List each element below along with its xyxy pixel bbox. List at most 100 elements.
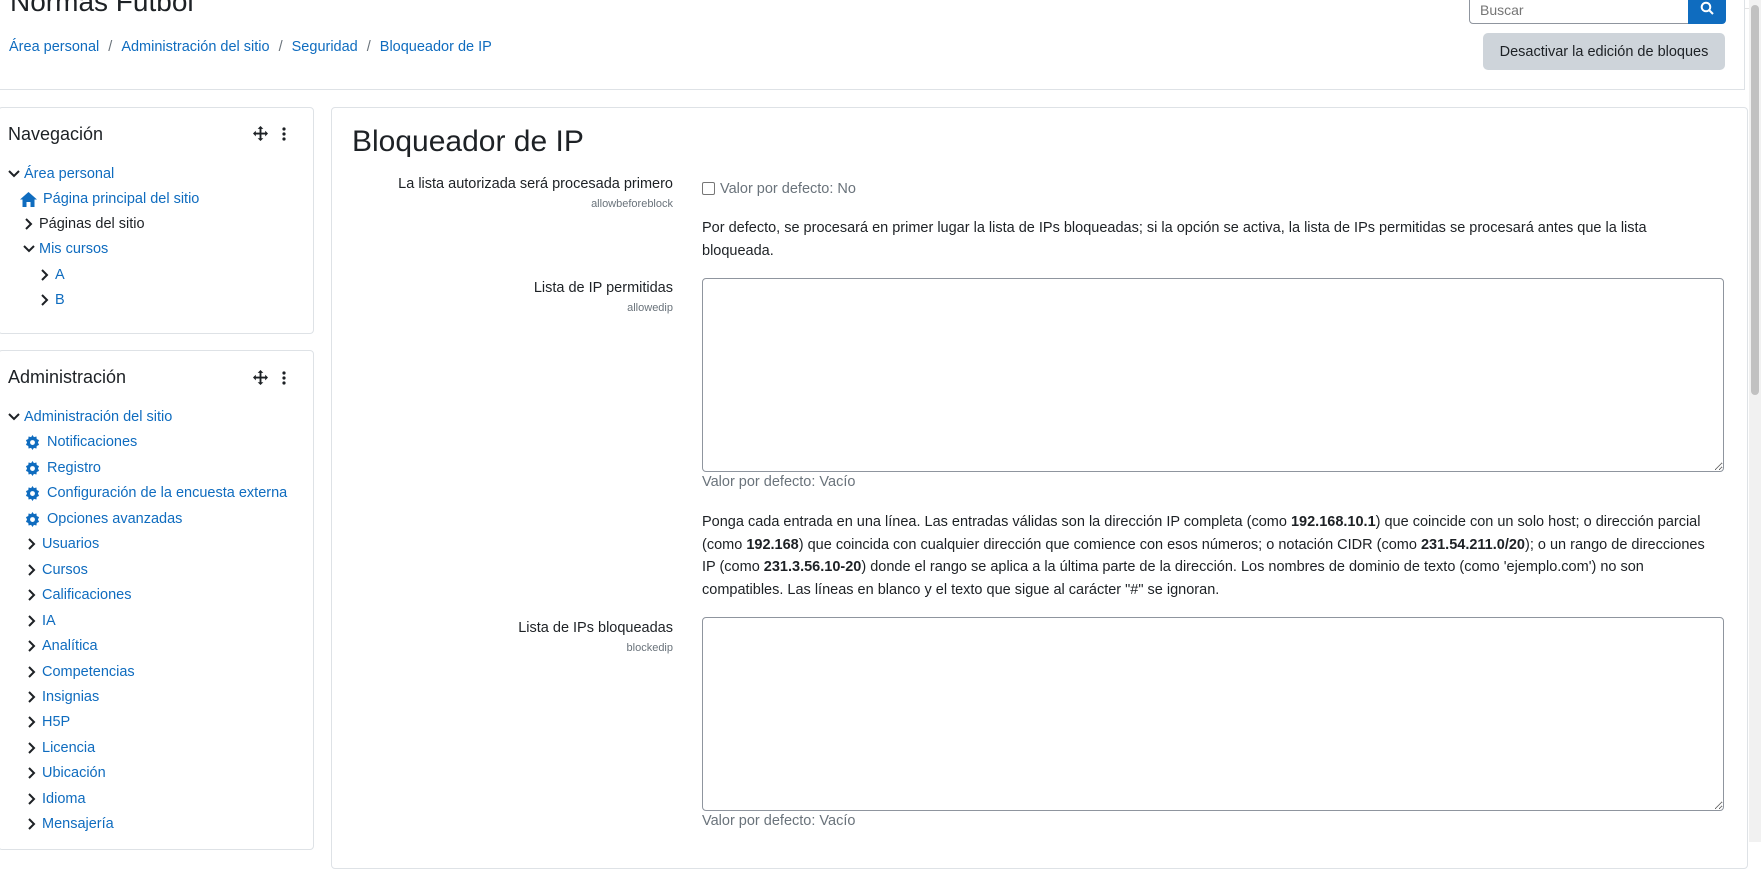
- kebab-menu-icon[interactable]: [282, 126, 286, 145]
- scrollbar-thumb[interactable]: [1751, 5, 1759, 395]
- gear-icon: [23, 485, 41, 501]
- setting-label-allowedip: Lista de IP permitidas: [533, 280, 673, 296]
- admin-item-label[interactable]: H5P: [42, 714, 70, 730]
- allowbeforeblock-description: Por defecto, se procesará en primer luga…: [702, 220, 1647, 259]
- move-icon[interactable]: [253, 126, 268, 145]
- move-icon[interactable]: [253, 370, 268, 389]
- chevron-down-icon: [7, 167, 21, 181]
- toggle-block-editing-button[interactable]: Desactivar la edición de bloques: [1483, 33, 1725, 70]
- breadcrumb-separator: /: [108, 39, 113, 55]
- admin-item-calificaciones[interactable]: Calificaciones: [25, 587, 131, 603]
- desc-example: 192.168.10.1: [1290, 514, 1376, 530]
- search-input[interactable]: [1469, 0, 1689, 24]
- chevron-right-icon: [25, 817, 39, 831]
- nav-item-mis-cursos[interactable]: Mis cursos: [22, 241, 108, 257]
- breadcrumb-separator: /: [278, 39, 283, 55]
- admin-item-ia[interactable]: IA: [25, 613, 56, 629]
- admin-item-label[interactable]: IA: [42, 613, 56, 629]
- admin-item-label[interactable]: Competencias: [42, 664, 135, 680]
- setting-key-allowedip: allowedip: [627, 302, 673, 314]
- search-button[interactable]: [1688, 0, 1726, 24]
- chevron-right-icon: [25, 766, 39, 780]
- admin-item-licencia[interactable]: Licencia: [25, 740, 95, 756]
- admin-item-notificaciones[interactable]: Notificaciones: [23, 434, 137, 450]
- nav-item-label[interactable]: Página principal del sitio: [43, 191, 199, 207]
- blockedip-default: Valor por defecto: Vacío: [702, 813, 856, 829]
- chevron-right-icon: [25, 537, 39, 551]
- page-title: Bloqueador de IP: [352, 125, 584, 158]
- chevron-right-icon: [25, 715, 39, 729]
- navigation-block-controls: [253, 126, 286, 145]
- admin-item-label[interactable]: Notificaciones: [47, 434, 137, 450]
- admin-item-ubicacion[interactable]: Ubicación: [25, 765, 106, 781]
- admin-item-label[interactable]: Opciones avanzadas: [47, 511, 182, 527]
- allowbeforeblock-checkbox[interactable]: [702, 182, 715, 195]
- setting-label-blockedip: Lista de IPs bloqueadas: [518, 620, 673, 636]
- breadcrumb-area-personal[interactable]: Área personal: [9, 39, 99, 55]
- kebab-menu-icon[interactable]: [282, 370, 286, 389]
- nav-item-area-personal[interactable]: Área personal: [7, 166, 114, 182]
- nav-item-label: Páginas del sitio: [39, 216, 145, 232]
- admin-item-registro[interactable]: Registro: [23, 460, 101, 476]
- admin-item-label[interactable]: Calificaciones: [42, 587, 131, 603]
- admin-item-competencias[interactable]: Competencias: [25, 664, 135, 680]
- admin-item-label[interactable]: Cursos: [42, 562, 88, 578]
- admin-item-label[interactable]: Insignias: [42, 689, 99, 705]
- admin-item-label[interactable]: Ubicación: [42, 765, 106, 781]
- breadcrumb-separator: /: [366, 39, 371, 55]
- chevron-right-icon: [38, 293, 52, 307]
- setting-key-allowbeforeblock: allowbeforeblock: [591, 198, 673, 210]
- chevron-right-icon: [25, 741, 39, 755]
- search-icon: [1700, 1, 1714, 19]
- nav-item-label[interactable]: Área personal: [24, 166, 114, 182]
- allowedip-textarea[interactable]: [702, 278, 1724, 472]
- nav-item-pagina-principal[interactable]: Página principal del sitio: [19, 191, 199, 207]
- nav-item-label[interactable]: A: [55, 267, 65, 283]
- admin-item-insignias[interactable]: Insignias: [25, 689, 99, 705]
- nav-item-label[interactable]: B: [55, 292, 65, 308]
- setting-key-blockedip: blockedip: [626, 642, 673, 654]
- breadcrumb: Área personal / Administración del sitio…: [9, 39, 492, 55]
- desc-text: ) que coincida con cualquier dirección q…: [798, 536, 1421, 553]
- blockedip-textarea[interactable]: [702, 617, 1724, 811]
- chevron-right-icon: [25, 588, 39, 602]
- allowedip-description: Ponga cada entrada en una línea. Las ent…: [702, 511, 1712, 601]
- breadcrumb-current[interactable]: Bloqueador de IP: [380, 39, 492, 55]
- administration-block-title: Administración: [8, 367, 127, 387]
- admin-item-h5p[interactable]: H5P: [25, 714, 70, 730]
- nav-item-curso-b[interactable]: B: [38, 292, 65, 308]
- nav-item-curso-a[interactable]: A: [38, 267, 65, 283]
- admin-item-opciones-avanzadas[interactable]: Opciones avanzadas: [23, 511, 182, 527]
- breadcrumb-administracion[interactable]: Administración del sitio: [121, 39, 269, 55]
- admin-item-label[interactable]: Idioma: [42, 791, 86, 807]
- admin-item-label[interactable]: Licencia: [42, 740, 95, 756]
- desc-example: 192.168: [746, 536, 799, 553]
- admin-item-usuarios[interactable]: Usuarios: [25, 536, 99, 552]
- admin-item-label[interactable]: Usuarios: [42, 536, 99, 552]
- chevron-right-icon: [22, 217, 36, 231]
- admin-item-label[interactable]: Configuración de la encuesta externa: [47, 485, 287, 501]
- nav-item-label[interactable]: Mis cursos: [39, 241, 108, 257]
- desc-example: 231.54.211.0/20: [1420, 536, 1525, 553]
- allowedip-default: Valor por defecto: Vacío: [702, 474, 856, 490]
- admin-item-analitica[interactable]: Analítica: [25, 638, 98, 654]
- admin-item-label[interactable]: Analítica: [42, 638, 98, 654]
- desc-text: Ponga cada entrada en una línea. Las ent…: [702, 514, 1291, 530]
- admin-item-encuesta-externa[interactable]: Configuración de la encuesta externa: [23, 485, 287, 501]
- admin-item-mensajeria[interactable]: Mensajería: [25, 816, 114, 832]
- page-scrollbar[interactable]: [1749, 0, 1761, 842]
- nav-item-paginas-sitio[interactable]: Páginas del sitio: [22, 216, 145, 232]
- navigation-block-title: Navegación: [8, 124, 104, 144]
- chevron-right-icon: [25, 614, 39, 628]
- chevron-right-icon: [25, 639, 39, 653]
- chevron-right-icon: [25, 792, 39, 806]
- admin-item-administracion-sitio[interactable]: Administración del sitio: [7, 409, 172, 425]
- admin-item-label[interactable]: Administración del sitio: [24, 409, 172, 425]
- allowbeforeblock-default: Valor por defecto: No: [720, 181, 856, 197]
- admin-item-idioma[interactable]: Idioma: [25, 791, 86, 807]
- admin-item-label[interactable]: Registro: [47, 460, 101, 476]
- breadcrumb-seguridad[interactable]: Seguridad: [292, 39, 358, 55]
- admin-item-label[interactable]: Mensajería: [42, 816, 114, 832]
- admin-item-cursos[interactable]: Cursos: [25, 562, 88, 578]
- desc-example: 231.3.56.10-20: [763, 559, 862, 575]
